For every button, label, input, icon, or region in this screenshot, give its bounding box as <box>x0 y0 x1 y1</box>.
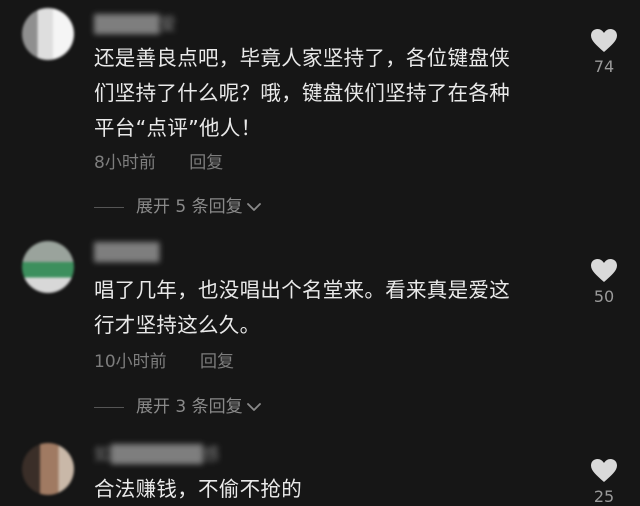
like-button[interactable]: 74 <box>582 28 626 76</box>
heart-icon <box>582 458 626 483</box>
chevron-down-icon <box>246 397 262 417</box>
heart-icon <box>582 28 626 53</box>
reply-button[interactable]: 回复 <box>200 347 234 372</box>
comment-text-line: 唱了几年，也没唱出个名堂来。看来真是爱这 <box>94 278 510 302</box>
like-count: 50 <box>593 287 615 306</box>
comment-list: █████爱 还是善良点吧，毕竟人家坚持了，各位键盘侠 们坚持了什么呢？哦，键盘… <box>0 0 640 506</box>
comment-text-line: 平台“点评”他人！ <box>94 116 262 140</box>
comment-username[interactable]: █████ <box>94 243 199 263</box>
like-button[interactable]: 25 <box>582 458 626 506</box>
expand-replies-button[interactable]: 展开 3 条回复 <box>94 392 262 417</box>
heart-icon <box>582 258 626 283</box>
comment-meta: 8小时前 回复 <box>94 148 223 173</box>
comment-text-line: 还是善良点吧，毕竟人家坚持了，各位键盘侠 <box>94 46 510 70</box>
reply-button[interactable]: 回复 <box>189 148 223 173</box>
comment-text: 还是善良点吧，毕竟人家坚持了，各位键盘侠 们坚持了什么呢？哦，键盘侠们坚持了在各… <box>94 41 564 146</box>
comment-meta: 10小时前 回复 <box>94 347 234 372</box>
comment-text: 唱了几年，也没唱出个名堂来。看来真是爱这 行才坚持这么久。 <box>94 273 564 343</box>
comment-time: 10小时前 <box>94 352 167 372</box>
comment-text: 合法赚钱，不偷不抢的 <box>94 472 564 506</box>
comment-username[interactable]: 如███████感 <box>94 440 259 465</box>
expand-replies-button[interactable]: 展开 5 条回复 <box>94 192 262 217</box>
comment-time: 8小时前 <box>94 153 156 173</box>
comment-text-line: 们坚持了什么呢？哦，键盘侠们坚持了在各种 <box>94 81 510 105</box>
expand-replies-label: 展开 3 条回复 <box>136 397 243 417</box>
comment-username[interactable]: █████爱 <box>94 10 204 35</box>
like-count: 74 <box>593 57 615 76</box>
comment-text-line: 合法赚钱，不偷不抢的 <box>94 477 302 501</box>
like-button[interactable]: 50 <box>582 258 626 306</box>
divider <box>94 206 124 208</box>
comment-text-line: 行才坚持这么久。 <box>94 313 261 337</box>
avatar[interactable] <box>22 8 74 60</box>
divider <box>94 406 124 408</box>
expand-replies-label: 展开 5 条回复 <box>136 197 243 217</box>
avatar[interactable] <box>22 241 74 293</box>
avatar[interactable] <box>22 443 74 495</box>
like-count: 25 <box>593 487 615 506</box>
chevron-down-icon <box>246 197 262 217</box>
